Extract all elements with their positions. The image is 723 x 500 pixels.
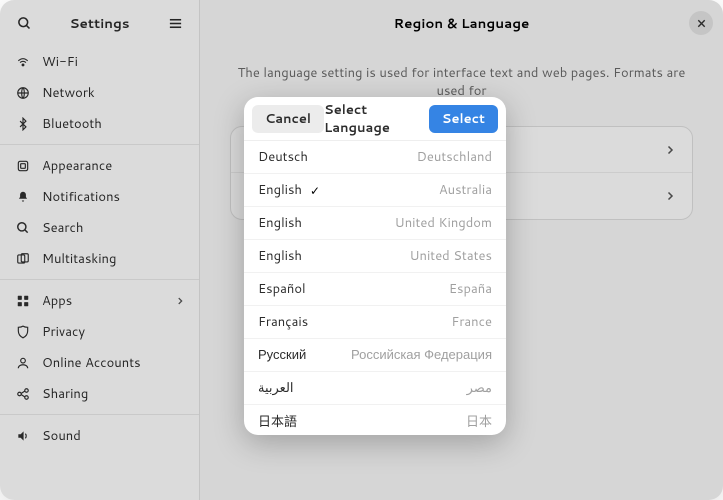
language-list[interactable]: DeutschDeutschlandEnglish✓AustraliaEngli… xyxy=(244,141,506,435)
language-region: مصر xyxy=(467,379,492,397)
language-name: 日本語 xyxy=(258,411,297,431)
dialog-title: Select Language xyxy=(324,101,429,137)
select-button[interactable]: Select xyxy=(429,105,498,133)
language-row[interactable]: 日本語 日本 xyxy=(244,405,506,435)
language-name: Русский xyxy=(258,346,306,364)
language-row[interactable]: English United States xyxy=(244,240,506,273)
select-language-dialog: Cancel Select Language Select DeutschDeu… xyxy=(244,97,506,435)
language-name: Français xyxy=(258,313,308,331)
language-name: English xyxy=(258,181,302,199)
check-icon: ✓ xyxy=(310,182,320,199)
language-row[interactable]: Русский Российская Федерация xyxy=(244,339,506,372)
language-region: Российская Федерация xyxy=(351,346,492,364)
language-row[interactable]: العربية مصر xyxy=(244,372,506,405)
language-row[interactable]: Français France xyxy=(244,306,506,339)
language-row[interactable]: English ✓ Australia xyxy=(244,174,506,207)
language-region: United States xyxy=(409,247,492,265)
language-region: Deutschland xyxy=(417,148,492,166)
settings-window: Settings Wi-Fi Network Bluetooth Appeara… xyxy=(0,0,723,500)
language-row[interactable]: Deutsch Deutschland xyxy=(244,141,506,174)
language-region: Australia xyxy=(439,181,492,199)
language-row[interactable]: English United Kingdom xyxy=(244,207,506,240)
language-region: France xyxy=(451,313,492,331)
cancel-button[interactable]: Cancel xyxy=(252,105,324,133)
language-region: España xyxy=(449,280,492,298)
language-name: Español xyxy=(258,280,306,298)
language-region: 日本 xyxy=(466,411,492,431)
language-name: English xyxy=(258,247,302,265)
language-region: United Kingdom xyxy=(395,214,492,232)
language-name: العربية xyxy=(258,379,294,397)
language-name: English xyxy=(258,214,302,232)
language-row[interactable]: Español España xyxy=(244,273,506,306)
dialog-header: Cancel Select Language Select xyxy=(244,97,506,141)
language-name: Deutsch xyxy=(258,148,308,166)
